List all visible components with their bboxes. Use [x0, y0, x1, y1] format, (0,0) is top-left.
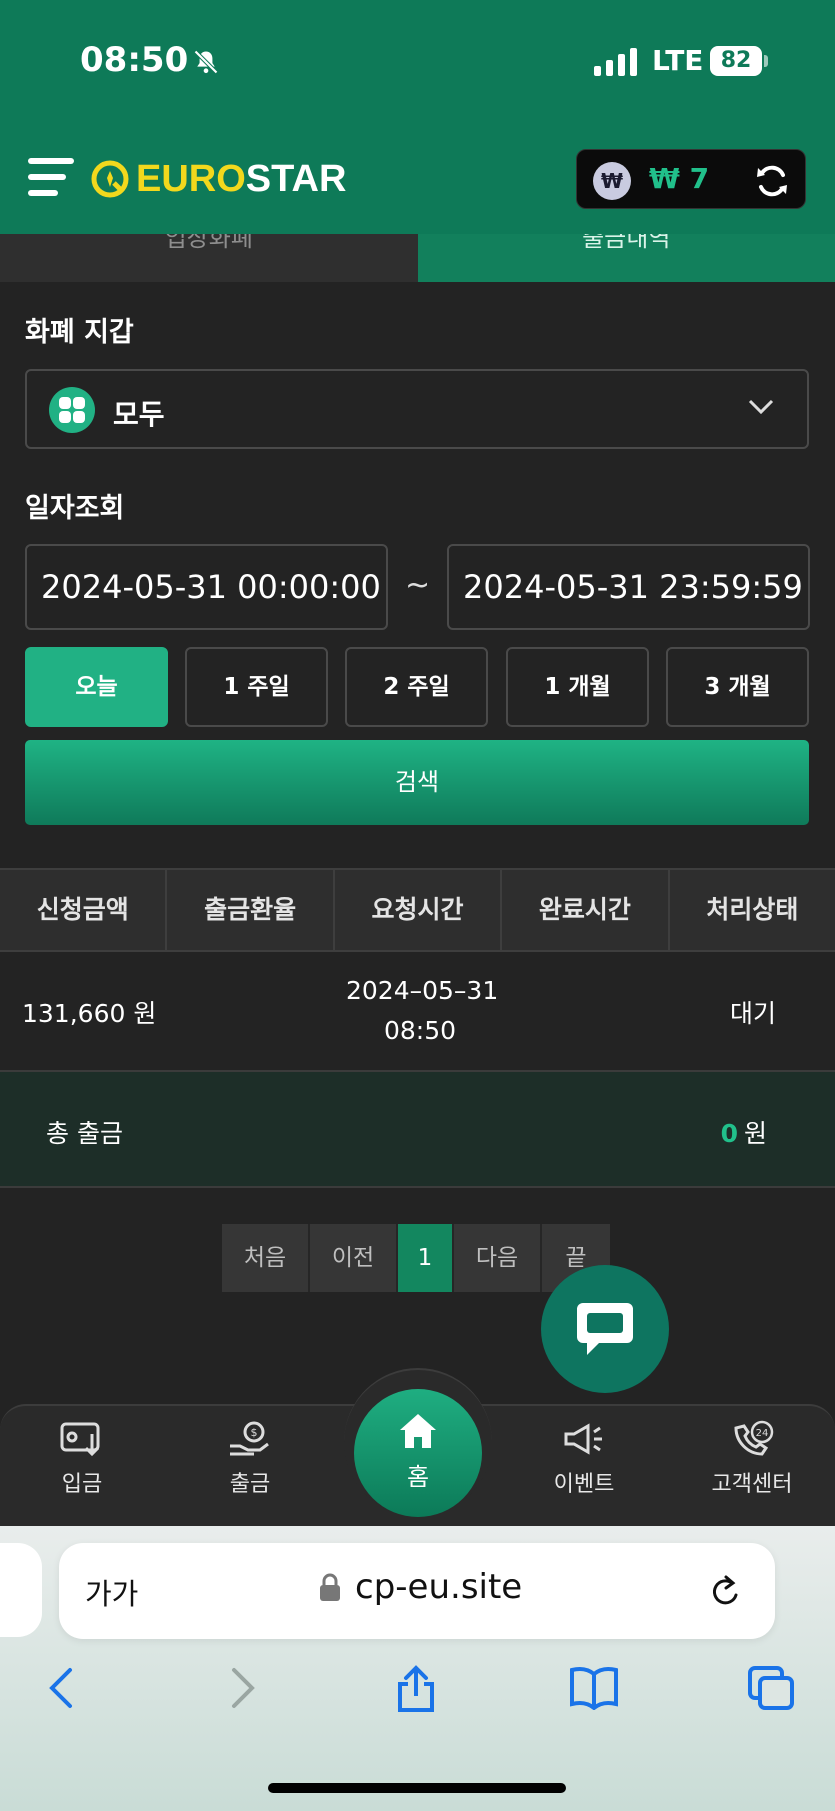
- refresh-icon[interactable]: [753, 162, 791, 200]
- nav-deposit-label: 입금: [61, 1472, 103, 1497]
- url-text[interactable]: cp-eu.site: [355, 1567, 522, 1607]
- back-icon[interactable]: [44, 1664, 78, 1712]
- svg-text:24: 24: [756, 1428, 769, 1439]
- nav-support[interactable]: 24 고객센터: [692, 1420, 812, 1498]
- table-header: 신청금액 출금환율 요청시간 완료시간 처리상태: [0, 868, 835, 952]
- app-header: 08:50 LTE 82 EURO STAR ₩ ₩ 7: [0, 0, 835, 234]
- history-tabs: 입장화폐 출금내역: [0, 234, 835, 282]
- eurostar-logo[interactable]: EURO STAR: [90, 154, 346, 204]
- network-type: LTE: [652, 44, 704, 77]
- col-complete-time: 완료시간: [502, 870, 670, 950]
- tab-withdraw-history[interactable]: 출금내역: [417, 234, 835, 282]
- bell-muted-icon: [194, 50, 218, 74]
- pagination: 처음 이전 1 다음 끝: [222, 1224, 610, 1292]
- deposit-icon: [60, 1422, 100, 1457]
- text-size-button[interactable]: 가가: [85, 1571, 138, 1613]
- chevron-down-icon: [748, 399, 774, 415]
- megaphone-icon: [564, 1423, 602, 1455]
- wallet-section-title: 화폐 지갑: [25, 317, 134, 348]
- col-request-amount: 신청금액: [0, 870, 168, 950]
- period-1week-button[interactable]: 1 주일: [185, 647, 328, 727]
- end-date-input[interactable]: 2024-05-31 23:59:59: [447, 544, 810, 630]
- wallet-balance[interactable]: ₩ ₩ 7: [576, 149, 806, 209]
- svg-text:$: $: [251, 1426, 258, 1439]
- logo-mark-icon: [91, 160, 129, 198]
- chat-bubble-icon: [577, 1303, 633, 1355]
- nav-withdraw[interactable]: $ 출금: [190, 1420, 310, 1498]
- cell-amount: 131,660 원: [22, 999, 157, 1028]
- wallet-amount: ₩ 7: [649, 162, 710, 195]
- wallet-select[interactable]: 모두: [25, 369, 809, 449]
- search-button[interactable]: 검색: [25, 740, 809, 825]
- cell-status: 대기: [730, 999, 777, 1028]
- nav-withdraw-label: 출금: [229, 1472, 271, 1497]
- battery-icon: 82: [710, 46, 762, 76]
- nav-support-label: 고객센터: [711, 1472, 793, 1497]
- home-indicator: [268, 1783, 566, 1793]
- bookmarks-icon[interactable]: [568, 1664, 620, 1710]
- period-1month-button[interactable]: 1 개월: [506, 647, 649, 727]
- reload-icon[interactable]: [709, 1573, 743, 1609]
- table-row: 131,660 원 2024–05–31 08:50 대기: [0, 952, 835, 1070]
- total-label: 총 출금: [46, 1119, 123, 1148]
- lock-icon: [320, 1573, 340, 1601]
- home-icon: [400, 1414, 436, 1448]
- wallet-select-value: 모두: [113, 398, 165, 431]
- total-withdraw-row: 총 출금 0원: [0, 1070, 835, 1188]
- forward-icon[interactable]: [226, 1664, 260, 1712]
- date-section-title: 일자조회: [25, 493, 125, 524]
- status-time: 08:50: [80, 40, 189, 80]
- address-bar[interactable]: 가가 cp-eu.site: [59, 1543, 775, 1639]
- col-exchange-rate: 출금환율: [167, 870, 335, 950]
- previous-tab-preview[interactable]: [0, 1543, 42, 1637]
- hamburger-menu-icon[interactable]: [28, 158, 74, 202]
- nav-deposit[interactable]: 입금: [22, 1420, 142, 1498]
- page-current-button[interactable]: 1: [398, 1224, 454, 1292]
- page-next-button[interactable]: 다음: [454, 1224, 542, 1292]
- total-value: 0원: [721, 1114, 767, 1150]
- support-24-icon: 24: [734, 1420, 774, 1456]
- battery-tip: [764, 55, 768, 67]
- period-2week-button[interactable]: 2 주일: [345, 647, 488, 727]
- chat-button[interactable]: [541, 1265, 669, 1393]
- all-wallets-icon: [49, 387, 95, 433]
- tab-entry-currency[interactable]: 입장화폐: [0, 234, 418, 282]
- date-separator: ~: [405, 568, 431, 603]
- logo-text-star: STAR: [245, 157, 347, 200]
- won-coin-icon: ₩: [593, 162, 631, 200]
- page-first-button[interactable]: 처음: [222, 1224, 310, 1292]
- total-unit: 원: [743, 1119, 767, 1148]
- cell-request-time: 08:50: [384, 1016, 457, 1045]
- cell-request-date: 2024–05–31: [346, 976, 499, 1005]
- col-request-time: 요청시간: [335, 870, 503, 950]
- page-prev-button[interactable]: 이전: [310, 1224, 398, 1292]
- period-today-button[interactable]: 오늘: [25, 647, 168, 727]
- nav-home-button[interactable]: 홈: [354, 1389, 482, 1517]
- col-status: 처리상태: [706, 895, 799, 924]
- withdraw-money-icon: $: [230, 1421, 269, 1456]
- period-3month-button[interactable]: 3 개월: [666, 647, 809, 727]
- logo-text-euro: EURO: [136, 157, 246, 200]
- start-date-input[interactable]: 2024-05-31 00:00:00: [25, 544, 388, 630]
- nav-home-label: 홈: [406, 1463, 430, 1491]
- share-icon[interactable]: [394, 1664, 438, 1714]
- total-amount: 0: [720, 1119, 738, 1148]
- cell-signal-icon: [594, 48, 637, 76]
- nav-event-label: 이벤트: [553, 1472, 615, 1497]
- tabs-icon[interactable]: [746, 1664, 796, 1712]
- nav-event[interactable]: 이벤트: [524, 1420, 644, 1498]
